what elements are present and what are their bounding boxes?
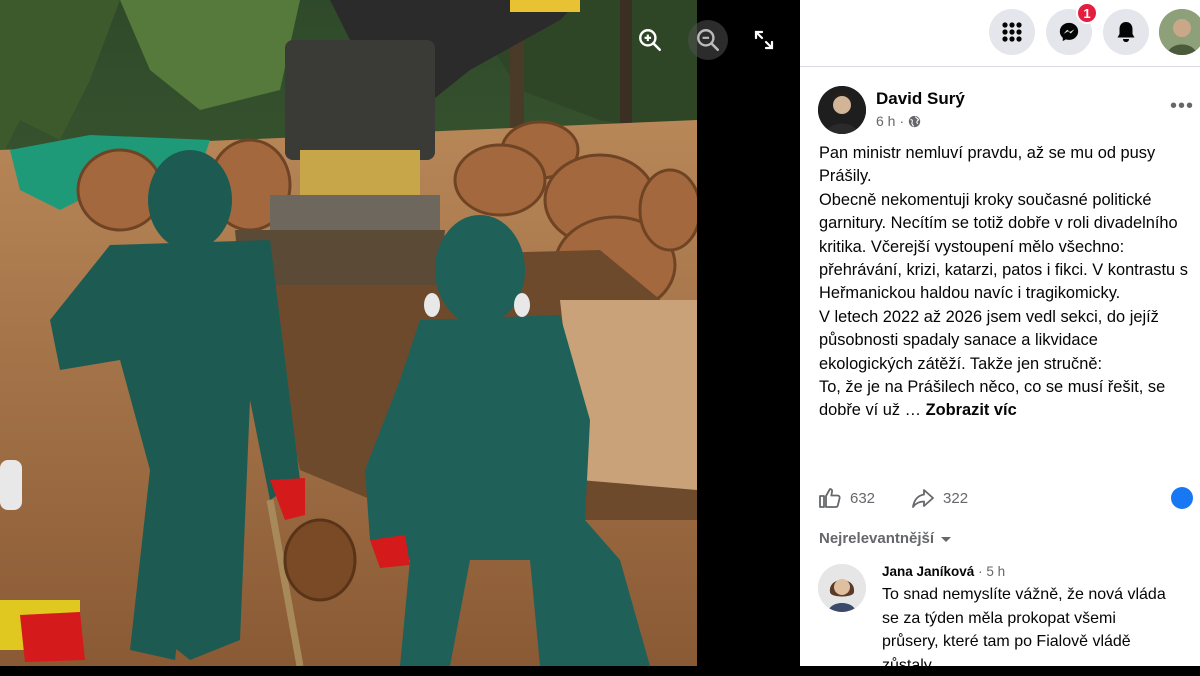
comment-author-name[interactable]: Jana Janíková — [882, 564, 974, 579]
commenter-avatar[interactable] — [818, 564, 866, 612]
avatar — [1159, 9, 1200, 55]
avatar — [818, 86, 866, 134]
post-author-name[interactable]: David Surý — [876, 89, 965, 109]
reaction-icon[interactable] — [1171, 487, 1193, 509]
post-paragraph: Obecně nekomentuji kroky současné politi… — [819, 190, 1188, 303]
share-count: 322 — [943, 489, 969, 507]
comment-sort-dropdown[interactable]: Nejrelevantnější — [819, 530, 952, 547]
post-photo[interactable] — [0, 0, 697, 666]
post-time[interactable]: 6 h — [876, 113, 895, 129]
caret-down-icon — [941, 536, 952, 542]
like-count: 632 — [850, 489, 876, 507]
bell-icon — [1117, 22, 1135, 42]
zoom-out-icon — [697, 29, 720, 52]
post-text: Pan ministr nemluví pravdu, až se mu od … — [819, 142, 1189, 423]
fullscreen-button[interactable] — [744, 20, 784, 60]
bottom-edge — [0, 666, 1200, 676]
notifications-button[interactable] — [1103, 9, 1149, 55]
post-paragraph: To, že je na Prášilech něco, co se musí … — [819, 376, 1189, 423]
reactions-bar: 632 322 — [818, 485, 1200, 511]
post-paragraph: Pan ministr nemluví pravdu, až se mu od … — [819, 144, 1156, 186]
author-avatar[interactable] — [818, 86, 866, 134]
share-button[interactable]: 322 — [911, 486, 968, 510]
comment-time[interactable]: 5 h — [986, 564, 1005, 579]
meta-separator: · — [899, 113, 905, 129]
account-avatar-button[interactable] — [1159, 9, 1200, 55]
comment-text: To snad nemyslíte vážně, že nová vláda s… — [882, 586, 1166, 674]
messenger-unread-badge: 1 — [1076, 2, 1098, 24]
globe-icon — [908, 115, 921, 127]
see-more-link[interactable]: Zobrazit víc — [926, 401, 1017, 419]
expand-icon — [754, 30, 774, 50]
post-panel: David Surý 6 h · ••• Pan ministr nemluví… — [800, 67, 1200, 676]
thumbs-up-icon — [819, 488, 841, 508]
excavation-photo — [0, 0, 697, 666]
share-arrow-icon — [912, 489, 934, 508]
photo-viewer — [0, 0, 800, 676]
zoom-out-button[interactable] — [688, 20, 728, 60]
like-button[interactable]: 632 — [818, 486, 875, 510]
top-navigation-bar: 1 — [800, 0, 1200, 67]
messenger-icon — [1059, 22, 1079, 42]
post-paragraph: V letech 2022 až 2026 jsem vedl sekci, d… — [819, 307, 1159, 373]
comment-sort-label: Nejrelevantnější — [819, 530, 935, 547]
more-options-icon[interactable]: ••• — [1170, 95, 1194, 118]
zoom-in-button[interactable] — [630, 20, 670, 60]
menu-button[interactable] — [989, 9, 1035, 55]
grid-menu-icon — [1002, 22, 1022, 42]
post-meta: 6 h · — [876, 113, 921, 129]
avatar — [818, 564, 866, 612]
zoom-in-icon — [639, 29, 662, 52]
comment-header: Jana Janíková · 5 h — [882, 564, 1005, 579]
